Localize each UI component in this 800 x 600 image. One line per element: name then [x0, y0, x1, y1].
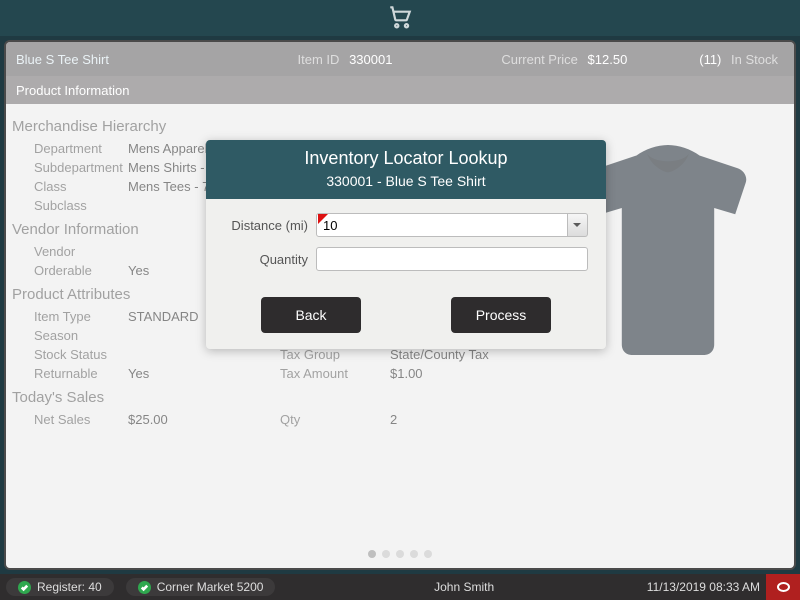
distance-input[interactable]	[316, 213, 568, 237]
distance-dropdown[interactable]	[568, 213, 588, 237]
user-name: John Smith	[281, 580, 646, 594]
brand-badge[interactable]	[766, 574, 800, 600]
store-status[interactable]: Corner Market 5200	[126, 578, 276, 596]
register-status[interactable]: Register: 40	[6, 578, 114, 596]
inventory-locator-modal: Inventory Locator Lookup 330001 - Blue S…	[206, 140, 606, 349]
status-bar: Register: 40 Corner Market 5200 John Smi…	[0, 574, 800, 600]
modal-subtitle: 330001 - Blue S Tee Shirt	[206, 173, 606, 189]
datetime: 11/13/2019 08:33 AM	[647, 580, 760, 594]
top-bar	[0, 0, 800, 36]
page: Blue S Tee Shirt Item ID 330001 Current …	[4, 40, 796, 570]
process-button[interactable]: Process	[451, 297, 551, 333]
check-icon	[138, 581, 151, 594]
modal-title: Inventory Locator Lookup	[206, 148, 606, 169]
quantity-label: Quantity	[224, 252, 316, 267]
distance-label: Distance (mi)	[224, 218, 316, 233]
check-icon	[18, 581, 31, 594]
quantity-input[interactable]	[316, 247, 588, 271]
required-icon	[318, 214, 328, 224]
back-button[interactable]: Back	[261, 297, 361, 333]
cart-icon[interactable]	[387, 3, 413, 34]
